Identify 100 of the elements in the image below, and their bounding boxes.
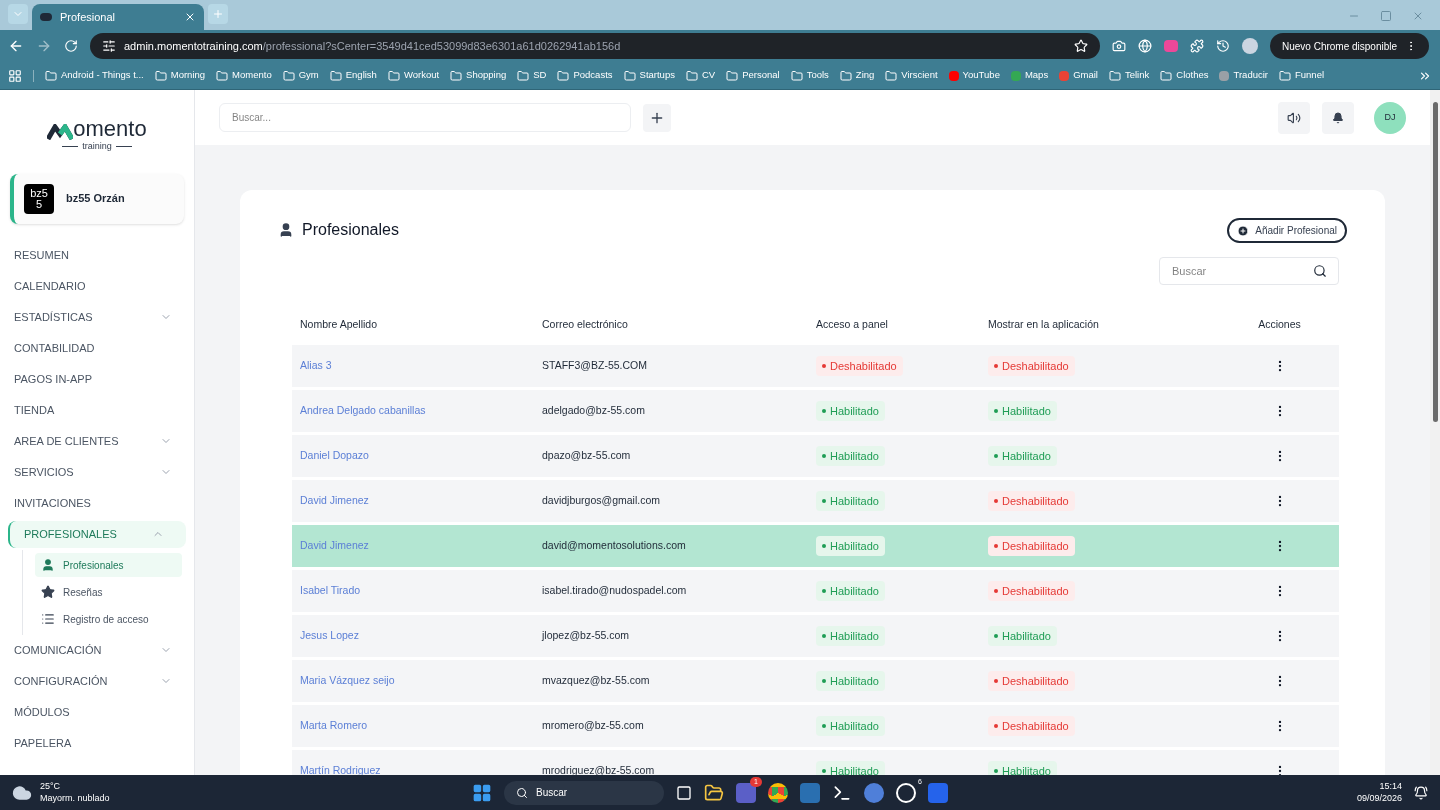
bookmark[interactable]: Maps xyxy=(1010,68,1049,83)
bookmark-star-icon[interactable] xyxy=(1074,39,1088,53)
search-field[interactable]: Buscar... xyxy=(219,103,631,132)
sidebar-item[interactable]: CALENDARIO xyxy=(0,272,194,300)
bookmark[interactable]: Momento xyxy=(216,68,272,83)
folder-icon xyxy=(387,69,400,82)
start-icon[interactable] xyxy=(472,782,492,803)
bookmark[interactable]: English xyxy=(329,68,377,83)
submenu-item[interactable]: Registro de acceso xyxy=(35,607,182,631)
sidebar-item[interactable]: COMUNICACIÓN xyxy=(0,636,194,664)
apps-icon[interactable] xyxy=(8,68,22,83)
close-icon[interactable] xyxy=(184,11,196,23)
sidebar-item[interactable]: ESTADÍSTICAS xyxy=(0,303,194,331)
bookmark[interactable]: SD xyxy=(517,68,547,83)
bookmark[interactable]: Telink xyxy=(1108,68,1150,83)
name-link[interactable]: Daniel Dopazo xyxy=(300,448,542,464)
sidebar-item[interactable]: PROFESIONALES xyxy=(8,520,186,548)
scrollbar[interactable] xyxy=(1430,90,1440,775)
sidebar-item[interactable]: CONFIGURACIÓN xyxy=(0,667,194,695)
bookmark[interactable]: Workout xyxy=(387,68,440,83)
bookmark[interactable]: Startups xyxy=(623,68,675,83)
page-title: Profesionales xyxy=(302,220,399,240)
site-settings-icon[interactable] xyxy=(102,39,116,53)
name-link[interactable]: David Jimenez xyxy=(300,538,542,554)
sidebar-item[interactable]: CONTABILIDAD xyxy=(0,334,194,362)
bookmark[interactable]: Android - Things t... xyxy=(45,68,144,83)
bookmark[interactable]: Gym xyxy=(282,68,319,83)
momento-logo[interactable]: omento training xyxy=(0,90,194,174)
sidebar-item[interactable]: PAGOS IN-APP xyxy=(0,365,194,393)
update-button[interactable]: Nuevo Chrome disponible xyxy=(1270,33,1430,59)
table-row[interactable]: Andrea Delgado cabanillas adelgado@bz-55.com Habilitado Habilitado xyxy=(292,390,1339,432)
search-icon[interactable] xyxy=(1313,264,1327,278)
back-icon[interactable] xyxy=(8,38,24,54)
sidebar-item[interactable]: SERVICIOS xyxy=(0,458,194,486)
name-link[interactable]: Jesus Lopez xyxy=(300,628,542,644)
status-badge: Habilitado xyxy=(816,580,885,602)
bookmark[interactable]: Gmail xyxy=(1059,68,1098,83)
bookmark[interactable]: Clothes xyxy=(1160,68,1209,83)
column-header: Acceso a panel xyxy=(816,317,889,333)
taskbar-search[interactable]: Buscar xyxy=(504,780,664,805)
sidebar-item[interactable]: TIENDA xyxy=(0,396,194,424)
bookmark[interactable]: Podcasts xyxy=(557,68,613,83)
submenu-item[interactable]: Reseñas xyxy=(35,580,182,604)
bookmark[interactable]: Funnel xyxy=(1279,68,1325,83)
submenu-item[interactable]: Profesionales xyxy=(35,553,182,577)
extensions-icon[interactable] xyxy=(1190,39,1204,53)
email-cell-text: jlopez@bz-55.com xyxy=(542,628,631,644)
history-icon[interactable] xyxy=(1216,39,1230,53)
name-link[interactable]: Andrea Delgado cabanillas xyxy=(300,403,542,419)
table-row[interactable]: David Jimenez davidjburgos@gmail.com Habilitado Deshabilitado xyxy=(292,480,1339,522)
name-link[interactable]: Maria Vázquez seijo xyxy=(300,673,542,689)
reload-icon[interactable] xyxy=(64,39,78,53)
address-bar[interactable]: admin.momentotraining.com/professional?sCenter=3549d41ced53099d83e6301a61d0262941ab156d xyxy=(90,33,1100,59)
weather-description: Mayorm. nublado xyxy=(40,792,110,804)
name-link[interactable]: Marta Romero xyxy=(300,718,542,734)
notifications-button[interactable] xyxy=(1322,101,1354,134)
sidebar-item[interactable]: AREA DE CLIENTES xyxy=(0,427,194,455)
speaker-icon xyxy=(1287,110,1301,125)
camera-icon[interactable] xyxy=(1112,39,1126,53)
bookmark[interactable]: Zing xyxy=(839,68,875,83)
app-icon[interactable] xyxy=(896,782,916,803)
table-row[interactable]: Marta Romero mromero@bz-55.com Habilitado Deshabilitado xyxy=(292,705,1339,747)
sidebar-item[interactable]: PAPELERA xyxy=(0,729,194,757)
table-row[interactable]: Alias 3 STAFF3@BZ-55.COM Deshabilitado Deshabilitado xyxy=(292,345,1339,387)
sidebar-item[interactable]: RESUMEN xyxy=(0,241,194,269)
browser-tab[interactable]: Profesional xyxy=(32,4,204,30)
name-link[interactable]: David Jimenez xyxy=(300,493,542,509)
folder-icon xyxy=(450,69,463,82)
profile-avatar[interactable] xyxy=(1242,38,1258,54)
column-header: Correo electrónico xyxy=(542,317,629,333)
table-row[interactable]: Daniel Dopazo dpazo@bz-55.com Habilitado Habilitado xyxy=(292,435,1339,477)
bookmark[interactable]: Virscient xyxy=(885,68,938,83)
bookmark[interactable]: YouTube xyxy=(948,68,1000,83)
translate-icon[interactable] xyxy=(1138,39,1152,53)
bookmark[interactable]: Traducir xyxy=(1219,68,1268,83)
sound-button[interactable] xyxy=(1278,101,1310,134)
bookmark[interactable]: Morning xyxy=(154,68,206,83)
center-card[interactable]: bz55 bz55 Orzán xyxy=(10,173,184,224)
browser-icon[interactable] xyxy=(768,782,788,803)
bookmark[interactable]: Tools xyxy=(790,68,829,83)
bookmark[interactable]: CV xyxy=(685,68,716,83)
sidebar-item[interactable]: INVITACIONES xyxy=(0,489,194,517)
table-row[interactable]: Maria Vázquez seijo mvazquez@bz-55.com Habilitado Deshabilitado xyxy=(292,660,1339,702)
bookmark[interactable]: Shopping xyxy=(450,68,507,83)
task-view-icon[interactable] xyxy=(676,784,692,801)
table-search-field[interactable]: Buscar xyxy=(1159,257,1339,285)
name-link[interactable]: Alias 3 xyxy=(300,358,542,374)
folder-icon[interactable] xyxy=(704,782,724,803)
add-button[interactable] xyxy=(643,103,671,132)
notification-icon[interactable] xyxy=(1414,785,1428,800)
email-cell-text: david@momentosolutions.com xyxy=(542,538,687,554)
status-badge: Habilitado xyxy=(816,445,885,467)
bookmark[interactable]: Personal xyxy=(726,68,780,83)
sidebar-item[interactable]: MÓDULOS xyxy=(0,698,194,726)
add-professional-button[interactable]: Añadir Profesional xyxy=(1227,218,1347,243)
name-link[interactable]: Isabel Tirado xyxy=(300,583,542,599)
table-row[interactable]: Jesus Lopez jlopez@bz-55.com Habilitado Habilitado xyxy=(292,615,1339,657)
user-avatar[interactable]: DJ xyxy=(1374,101,1406,134)
table-row[interactable]: Isabel Tirado isabel.tirado@nudospadel.com Habilitado Deshabilitado xyxy=(292,570,1339,612)
table-row[interactable]: David Jimenez david@momentosolutions.com Habilitado Deshabilitado xyxy=(292,525,1339,567)
